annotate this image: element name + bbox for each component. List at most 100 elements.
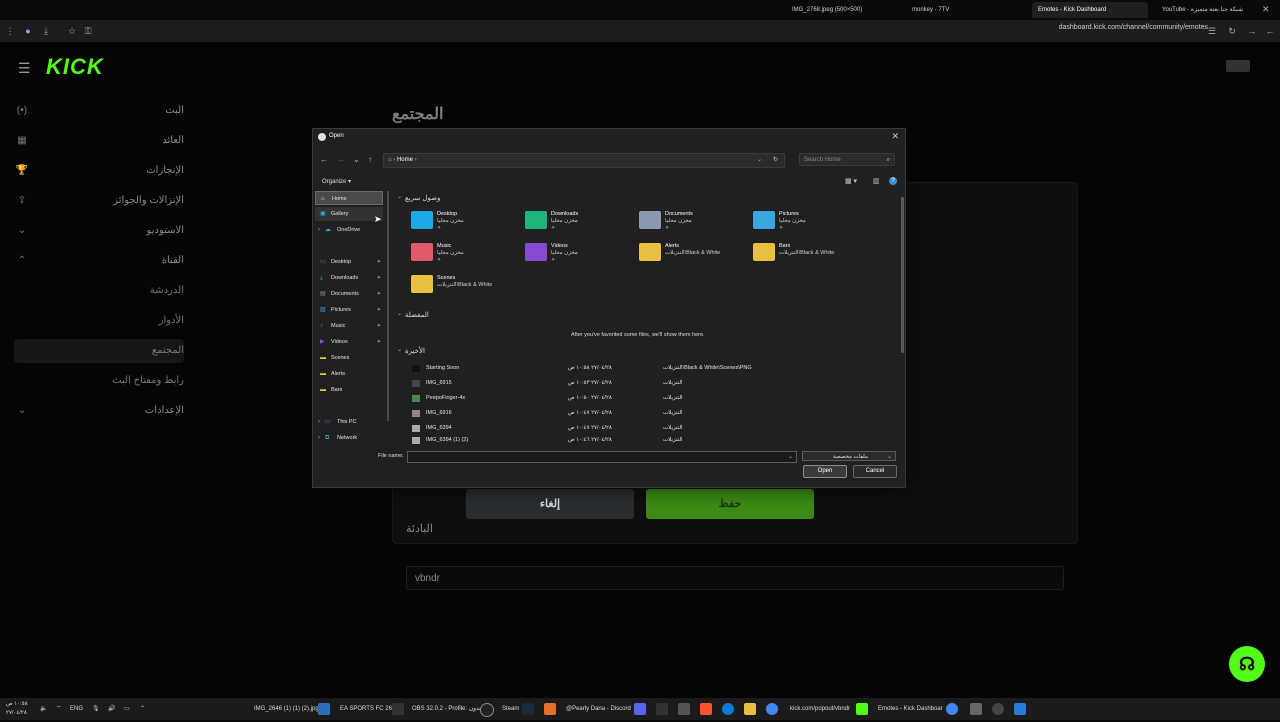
breadcrumb-home[interactable]: Home: [397, 157, 413, 163]
sidebar-item-community[interactable]: المجتمع: [14, 339, 184, 363]
file-name-input[interactable]: ⌄: [407, 451, 797, 463]
prefix-input[interactable]: vbndr: [406, 566, 1064, 590]
nav-bars[interactable]: ▬ Bars: [315, 383, 383, 397]
nav-pane-scrollbar[interactable]: [387, 191, 389, 421]
search-input[interactable]: Search Home ⌕: [799, 153, 895, 166]
kick-logo[interactable]: KICK: [46, 54, 104, 80]
taskbar-app-kick-dashboard[interactable]: Emotes - Kick Dashboar: [878, 698, 943, 720]
tile-music[interactable]: Music مخزن محليا ✦: [411, 241, 521, 271]
task-view-icon[interactable]: [970, 703, 982, 715]
nav-onedrive[interactable]: › ☁ OneDrive: [315, 223, 383, 237]
start-icon[interactable]: [1014, 703, 1026, 715]
app-icon[interactable]: [544, 703, 556, 715]
cancel-button[interactable]: إلغاء: [466, 489, 634, 519]
edge-app-icon[interactable]: [722, 703, 734, 715]
preview-pane-icon[interactable]: ▥: [873, 177, 880, 185]
brave-app-icon[interactable]: [700, 703, 712, 715]
sidebar-item-revenue[interactable]: ▦ العائد: [14, 129, 184, 153]
clock[interactable]: ١٠:٥٨ ص ٢٧/٠٤/٢٨: [6, 700, 28, 722]
tile-downloads[interactable]: Downloads مخزن محليا ✦: [525, 209, 635, 239]
search-icon[interactable]: [992, 703, 1004, 715]
support-chat-icon[interactable]: ☊: [1229, 646, 1265, 682]
sidebar-item-channel[interactable]: ⌃ القناة: [14, 249, 184, 273]
nav-documents[interactable]: ▤ Documents ✦: [315, 287, 383, 301]
file-type-select[interactable]: ملفات مخصصة ⌄: [802, 451, 896, 461]
organize-menu[interactable]: Organize ▾: [322, 178, 351, 185]
site-settings-icon[interactable]: ☰: [1206, 25, 1218, 37]
tab-monkey-7tv[interactable]: monkey - 7TV: [906, 2, 1018, 18]
recent-row[interactable]: PeepoFinger-4x ٢٧/٠٤/٢٨ ١٠:٥٠ ص التنزيلات: [410, 391, 790, 406]
app-icon[interactable]: [656, 703, 668, 715]
nav-desktop[interactable]: ▭ Desktop ✦: [315, 255, 383, 269]
nav-alerts[interactable]: ▬ Alerts: [315, 367, 383, 381]
taskbar-app-steam[interactable]: Steam: [502, 698, 519, 720]
reload-icon[interactable]: ↻: [1226, 25, 1238, 37]
nav-home[interactable]: ⌂ Home: [315, 191, 383, 205]
taskbar-app-obs[interactable]: OBS 32.0.2 - Profile: بدون: [412, 698, 481, 720]
tile-pictures[interactable]: Pictures مخزن محليا ✦: [753, 209, 863, 239]
chevron-down-icon[interactable]: ⌄: [397, 346, 402, 353]
tab-youtube[interactable]: YouTube - شبكة حنا بعثة متميزة: [1156, 2, 1266, 18]
mic-icon[interactable]: 🎙: [92, 698, 100, 720]
taskbar-app-kick-popout[interactable]: kick.com/popout/vbndr: [790, 698, 850, 720]
chevron-down-icon[interactable]: ⌄: [788, 452, 793, 462]
speaker-icon[interactable]: 🔊: [108, 698, 115, 720]
chevron-down-icon[interactable]: ⌄: [397, 193, 402, 200]
nav-this-pc[interactable]: › ▭ This PC: [315, 415, 383, 429]
calculator-app-icon[interactable]: [678, 703, 690, 715]
nav-downloads[interactable]: ⤓ Downloads ✦: [315, 271, 383, 285]
dialog-cancel-button[interactable]: Cancel: [853, 465, 897, 478]
window-close-icon[interactable]: ✕: [1262, 4, 1270, 15]
forward-icon[interactable]: →: [1246, 25, 1258, 37]
forward-arrow-icon[interactable]: →: [337, 155, 345, 164]
refresh-icon[interactable]: ↻: [773, 154, 778, 167]
chevron-right-icon[interactable]: ›: [318, 223, 320, 237]
menu-icon[interactable]: ⋮: [4, 25, 16, 37]
open-button[interactable]: Open: [803, 465, 847, 478]
view-options-icon[interactable]: ▦ ▾: [845, 177, 857, 185]
nav-network[interactable]: › ⧉ Network: [315, 431, 383, 445]
chrome-app-icon[interactable]: [766, 703, 778, 715]
address-bar[interactable]: dashboard.kick.com/channel/community/emo…: [1059, 24, 1208, 31]
tab-img-2768[interactable]: IMG_2768.jpeg (500×500): [786, 2, 888, 18]
bookmark-star-icon[interactable]: ☆: [66, 25, 78, 37]
language-indicator[interactable]: ENG: [70, 698, 83, 720]
address-breadcrumb[interactable]: ⌂ › Home › ⌄ ↻: [383, 153, 785, 168]
tile-documents[interactable]: Documents مخزن محليا ✦: [639, 209, 749, 239]
back-arrow-icon[interactable]: ←: [320, 155, 328, 164]
download-icon[interactable]: ⤓: [40, 25, 52, 37]
recent-row[interactable]: Starting Soon ٢٧/٠٤/٢٨ ١٠:٥٨ ص التنزيلات\B…: [410, 361, 790, 376]
back-icon[interactable]: ←: [1264, 25, 1276, 37]
kick-app-icon[interactable]: [856, 703, 868, 715]
sidebar-item-stream-key[interactable]: رابط ومفتاح البث: [14, 369, 184, 393]
tile-videos[interactable]: Videos مخزن محليا ✦: [525, 241, 635, 271]
obs-app-icon[interactable]: [480, 703, 494, 717]
sidebar-item-roles[interactable]: الأدوار: [14, 309, 184, 333]
recent-row[interactable]: IMG_6916 ٢٧/٠٤/٢٨ ١٠:٤٧ ص التنزيلات: [410, 406, 790, 421]
save-button[interactable]: حفظ: [646, 489, 814, 519]
sidebar-item-chat[interactable]: الدردشة: [14, 279, 184, 303]
taskbar-app-photos[interactable]: IMG_2646 (1) (1) (2).jpg: [254, 698, 319, 720]
tile-alerts[interactable]: Alerts التنزيلات\Black & White: [639, 241, 749, 271]
nav-gallery[interactable]: ▣ Gallery: [315, 207, 383, 221]
sidebar-item-drops[interactable]: ⇪ الإنزالات والجوائز: [14, 189, 184, 213]
file-explorer-icon[interactable]: [744, 703, 756, 715]
chrome-app-icon[interactable]: [946, 703, 958, 715]
tile-desktop[interactable]: Desktop مخزن محليا ✦: [411, 209, 521, 239]
tile-scenes[interactable]: Scenes التنزيلات\Black & White: [411, 273, 521, 303]
content-scrollbar[interactable]: [901, 197, 904, 353]
up-arrow-icon[interactable]: ↑: [368, 155, 372, 164]
recent-row[interactable]: IMG_6394 (1) (2) ٢٧/٠٤/٢٨ ١٠:٤٦ ص التنزيلا…: [410, 436, 790, 445]
hamburger-menu-icon[interactable]: ☰: [18, 60, 31, 77]
close-icon[interactable]: ✕: [891, 131, 899, 142]
chevron-down-icon[interactable]: ⌄: [757, 154, 762, 167]
chevron-down-icon[interactable]: ⌄: [397, 310, 402, 317]
fc26-app-icon[interactable]: [392, 703, 404, 715]
discord-app-icon[interactable]: [634, 703, 646, 715]
recent-row[interactable]: IMG_6394 ٢٧/٠٤/٢٨ ١٠:٤٧ ص التنزيلات: [410, 421, 790, 436]
key-icon[interactable]: ⚿: [82, 25, 94, 37]
sidebar-item-settings[interactable]: ⌄ الإعدادات: [14, 399, 184, 423]
sidebar-item-studio[interactable]: ⌄ الاستوديو: [14, 219, 184, 243]
show-hidden-icons-icon[interactable]: ⌃: [140, 698, 145, 720]
recent-locations-icon[interactable]: ⌄: [353, 155, 360, 164]
